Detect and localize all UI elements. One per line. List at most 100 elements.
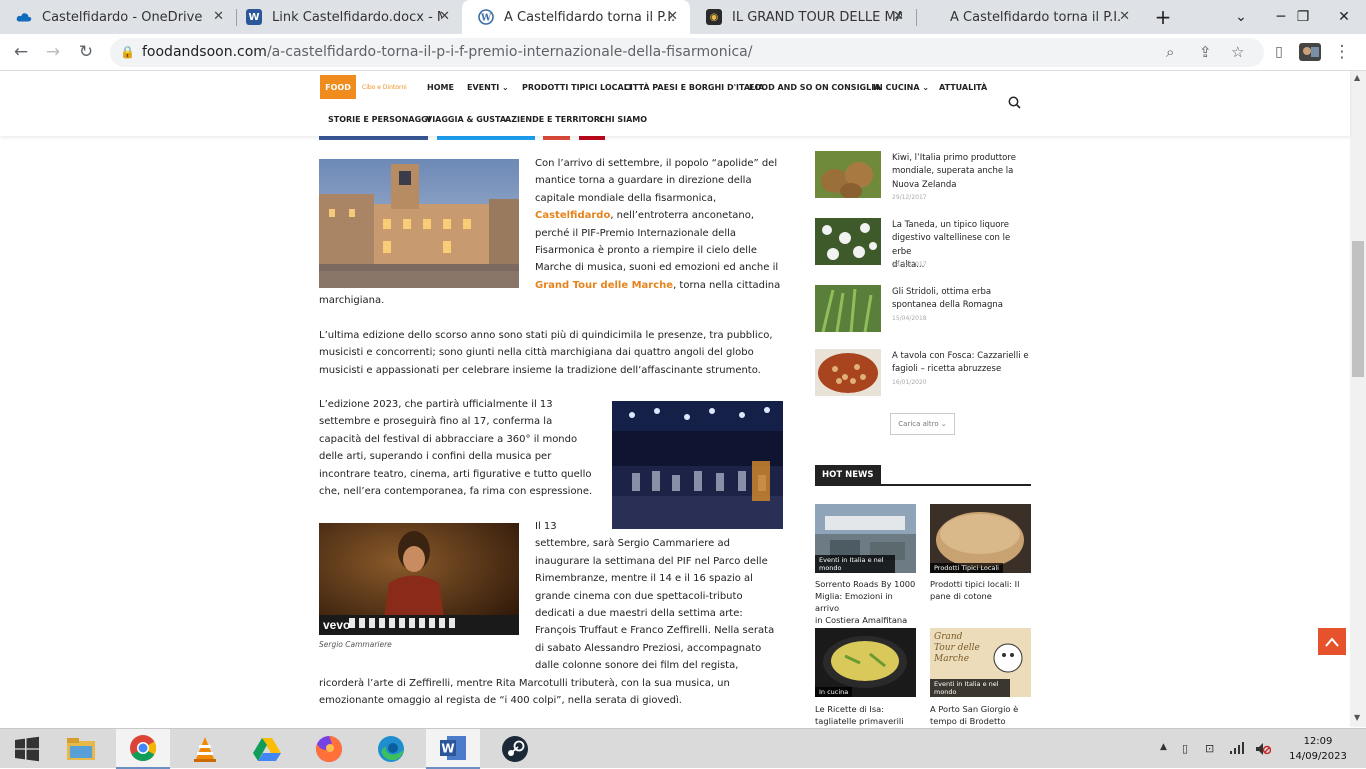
text-line: incontrare teatro, cinema, arti figurati… bbox=[319, 468, 592, 480]
hot-news-thumbnail[interactable]: Grand Tour delle Marche Eventi in Italia… bbox=[930, 628, 1031, 697]
hot-news-header: HOT NEWS bbox=[815, 465, 1031, 486]
text-line: musicisti e concorrenti; sono giunti nel… bbox=[319, 347, 754, 359]
hot-news-category[interactable]: Eventi in Italia e nel mondo bbox=[815, 555, 895, 573]
tab-title: A Castelfidardo torna il P.I.F. Pr bbox=[950, 9, 1120, 25]
back-to-top-button[interactable] bbox=[1318, 628, 1346, 655]
close-icon[interactable]: ✕ bbox=[893, 9, 904, 24]
nav-aziende-territori[interactable]: AZIENDE E TERRITORI bbox=[505, 115, 603, 124]
close-icon[interactable]: ✕ bbox=[667, 9, 678, 24]
load-more-button[interactable]: Carica altro ⌄ bbox=[890, 413, 955, 435]
kiwi-thumbnail[interactable] bbox=[815, 151, 881, 198]
tab-onedrive[interactable]: Castelfidardo - OneDrive ✕ bbox=[0, 0, 236, 34]
close-icon[interactable]: ✕ bbox=[439, 9, 450, 24]
nav-attualita[interactable]: ATTUALITÀ bbox=[939, 83, 987, 92]
site-logo[interactable]: FOOD Cibo e Dintorni bbox=[320, 75, 410, 99]
window-close-icon[interactable]: ✕ bbox=[1322, 0, 1366, 34]
hot-news-category[interactable]: Prodotti Tipici Locali bbox=[930, 563, 1003, 573]
nav-food-consiglia[interactable]: FOOD AND SO ON CONSIGLIA bbox=[749, 83, 880, 92]
steam-icon[interactable] bbox=[488, 729, 542, 769]
taskbar-clock[interactable]: 12:09 14/09/2023 bbox=[1288, 734, 1348, 764]
menu-kebab-icon[interactable]: ⋮ bbox=[1330, 40, 1354, 64]
vlc-icon[interactable] bbox=[178, 729, 232, 769]
title-line: Le Ricette di Isa: bbox=[815, 704, 885, 714]
sergio-cammariere-video[interactable]: vevo bbox=[319, 523, 519, 635]
tab-castelfidardo-active[interactable]: W A Castelfidardo torna il P.I.F. Pr ✕ bbox=[462, 0, 690, 34]
hot-news-title[interactable]: A Porto San Giorgio è tempo di Brodetto bbox=[930, 703, 1034, 727]
castelfidardo-link[interactable]: Castelfidardo bbox=[535, 210, 610, 221]
google-drive-icon[interactable] bbox=[240, 729, 294, 769]
word-taskbar-icon[interactable]: W bbox=[426, 729, 480, 769]
nav-viaggia-gusta[interactable]: VIAGGIA & GUSTA bbox=[426, 115, 506, 124]
tab-search-chevron-icon[interactable]: ⌄ bbox=[1219, 0, 1263, 34]
sidebar-item-title[interactable]: A tavola con Fosca: Cazzarielli e fagiol… bbox=[892, 350, 1032, 377]
scroll-down-icon[interactable]: ▼ bbox=[1354, 713, 1360, 722]
file-explorer-icon[interactable] bbox=[54, 729, 108, 769]
zoom-icon[interactable]: ⌕ bbox=[1166, 43, 1174, 61]
text-line: Fisarmonica è pronto a riempire il cielo… bbox=[535, 245, 757, 257]
share-icon[interactable]: ⇪ bbox=[1199, 43, 1212, 61]
text-line: François Truffaut e Franco Zeffirelli. N… bbox=[535, 625, 775, 637]
text-line: perché il PIF-Premio Internazionale dell… bbox=[535, 227, 737, 239]
reload-icon[interactable]: ↻ bbox=[74, 40, 98, 64]
nav-home[interactable]: HOME bbox=[427, 83, 454, 92]
scrollbar-thumb[interactable] bbox=[1352, 241, 1364, 377]
nav-eventi[interactable]: EVENTI ⌄ bbox=[467, 83, 509, 92]
stridoli-thumbnail[interactable] bbox=[815, 285, 881, 332]
nav-storie-personaggi[interactable]: STORIE E PERSONAGGI bbox=[328, 115, 431, 124]
new-tab-button[interactable]: + bbox=[1141, 0, 1185, 34]
address-bar[interactable]: 🔒 foodandsoon.com/a-castelfidardo-torna-… bbox=[110, 38, 1264, 67]
site-header: FOOD Cibo e Dintorni HOME EVENTI ⌄ PRODO… bbox=[0, 71, 1350, 136]
hot-news-category[interactable]: Eventi in Italia e nel mondo bbox=[930, 679, 1010, 697]
hot-news-thumbnail[interactable]: Eventi in Italia e nel mondo bbox=[815, 504, 916, 573]
close-icon[interactable]: ✕ bbox=[213, 9, 224, 24]
text-line: inaugurare la settimana del PIF nel Parc… bbox=[535, 555, 768, 567]
hot-news-category[interactable]: In cucina bbox=[815, 687, 853, 697]
page-scrollbar[interactable]: ▲ ▼ bbox=[1350, 71, 1366, 727]
back-icon[interactable]: ← bbox=[9, 40, 33, 64]
hot-news-thumbnail[interactable]: In cucina bbox=[815, 628, 916, 697]
title-line: tempo di Brodetto bbox=[930, 716, 1006, 726]
nav-in-cucina[interactable]: IN CUCINA ⌄ bbox=[873, 83, 929, 92]
tab-grand-tour[interactable]: ◉ IL GRAND TOUR DELLE MARCH ✕ bbox=[690, 0, 916, 34]
tray-device-icon[interactable]: ▯ bbox=[1182, 742, 1188, 755]
tray-network-adapter-icon[interactable]: ⊡ bbox=[1205, 742, 1214, 755]
scroll-up-icon[interactable]: ▲ bbox=[1354, 73, 1360, 82]
sidebar-item-title[interactable]: Gli Stridoli, ottima erba spontanea dell… bbox=[892, 286, 1032, 313]
forward-icon[interactable]: → bbox=[41, 40, 65, 64]
close-icon[interactable]: ✕ bbox=[1119, 9, 1130, 24]
nav-chi-siamo[interactable]: CHI SIAMO bbox=[599, 115, 647, 124]
tray-chevron-up-icon[interactable]: ▲ bbox=[1160, 742, 1167, 752]
onedrive-icon bbox=[16, 9, 32, 25]
hot-news-title[interactable]: Sorrento Roads By 1000 Miglia: Emozioni … bbox=[815, 578, 919, 626]
grand-tour-marche-link[interactable]: Grand Tour delle Marche bbox=[535, 280, 673, 291]
maximize-icon[interactable]: ❐ bbox=[1281, 0, 1325, 34]
hot-news-title[interactable]: Le Ricette di Isa: tagliatelle primaveri… bbox=[815, 703, 919, 727]
tab-title: Link Castelfidardo.docx - Micro bbox=[272, 9, 442, 25]
taneda-thumbnail[interactable] bbox=[815, 218, 881, 265]
edge-icon[interactable] bbox=[364, 729, 418, 769]
tab-castelfidardo-2[interactable]: A Castelfidardo torna il P.I.F. Pr ✕ bbox=[934, 0, 1142, 34]
firefox-icon[interactable] bbox=[302, 729, 356, 769]
tray-signal-icon[interactable] bbox=[1230, 742, 1246, 757]
nav-citta-paesi-borghi[interactable]: CITTÀ PAESI E BORGHI D'ITALIA bbox=[624, 83, 764, 92]
text-line: Con l’arrivo di settembre, il popolo “ap… bbox=[535, 158, 778, 169]
title-line: in Costiera Amalfitana bbox=[815, 615, 908, 625]
profile-avatar[interactable] bbox=[1298, 40, 1322, 64]
chrome-icon[interactable] bbox=[116, 729, 170, 769]
side-panel-icon[interactable]: ▯ bbox=[1267, 40, 1291, 64]
title-line: Sorrento Roads By 1000 bbox=[815, 579, 916, 589]
bookmark-star-icon[interactable]: ☆ bbox=[1231, 43, 1244, 61]
hot-news-thumbnail[interactable]: Prodotti Tipici Locali bbox=[930, 504, 1031, 573]
sidebar-item-date: 15/04/2018 bbox=[892, 315, 927, 322]
search-icon[interactable] bbox=[1008, 96, 1021, 113]
tray-volume-muted-icon[interactable] bbox=[1255, 742, 1272, 759]
url-host: foodandsoon.com bbox=[142, 44, 267, 60]
text-line: L’ultima edizione dello scorso anno sono… bbox=[319, 330, 773, 341]
sidebar-item-title[interactable]: Kiwi, l’Italia primo produttore mondiale… bbox=[892, 152, 1032, 192]
cazzarielli-thumbnail[interactable] bbox=[815, 349, 881, 396]
start-windows-icon[interactable] bbox=[0, 729, 54, 769]
text-fragment: , nell’entroterra anconetano, bbox=[610, 210, 754, 222]
tab-word[interactable]: W Link Castelfidardo.docx - Micro ✕ bbox=[230, 0, 462, 34]
nav-prodotti-tipici[interactable]: PRODOTTI TIPICI LOCALI bbox=[522, 83, 632, 92]
hot-news-title[interactable]: Prodotti tipici locali: Il pane di coton… bbox=[930, 578, 1034, 602]
